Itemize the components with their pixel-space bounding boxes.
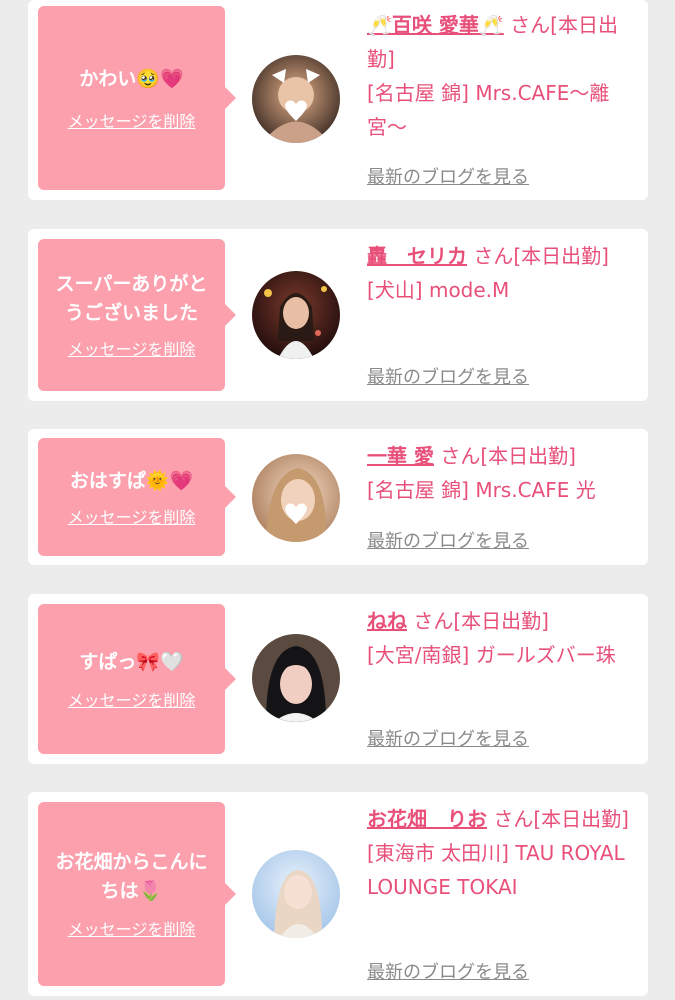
shop-name: [犬山] mode.M (367, 278, 510, 302)
champagne-icon: 🥂 (478, 13, 504, 37)
latest-blog-link[interactable]: 最新のブログを見る (367, 958, 529, 984)
delete-message-link[interactable]: メッセージを削除 (68, 108, 196, 132)
avatar-image (252, 850, 340, 938)
message-card: おはすぱ🌞💗 メッセージを削除 一華 愛 さん[本日出勤] [名古屋 錦] Mr… (28, 429, 648, 565)
message-bubble: すぱっ🎀🤍 メッセージを削除 (38, 604, 236, 754)
cast-info: 一華 愛 さん[本日出勤] [名古屋 錦] Mrs.CAFE 光 (367, 439, 639, 507)
champagne-icon: 🥂 (367, 13, 392, 37)
work-status: [本日出勤] (513, 244, 609, 268)
message-card: スーパーありがとうございました メッセージを削除 轟 セリカ さん[本日出勤] … (28, 229, 648, 401)
latest-blog-link[interactable]: 最新のブログを見る (367, 527, 529, 553)
honorific: さん (510, 13, 551, 37)
work-status: [本日出勤] (480, 444, 576, 468)
message-card: すぱっ🎀🤍 メッセージを削除 ねね さん[本日出勤] [大宮/南銀] ガールズバ… (28, 594, 648, 764)
cast-info: お花畑 りお さん[本日出勤] [東海市 太田川] TAU ROYAL LOUN… (367, 802, 639, 904)
message-bubble: かわい🥹💗 メッセージを削除 (38, 6, 236, 190)
honorific: さん (440, 444, 481, 468)
shop-name: [名古屋 錦] Mrs.CAFE 光 (367, 478, 596, 502)
shop-name: [東海市 太田川] TAU ROYAL LOUNGE TOKAI (367, 841, 625, 899)
avatar[interactable] (252, 454, 340, 542)
cast-info: ねね さん[本日出勤] [大宮/南銀] ガールズバー珠 (367, 604, 639, 672)
message-text: お花畑からこんにちは🌷 (55, 851, 208, 902)
work-status: [本日出勤] (453, 609, 549, 633)
cast-info: 🥂百咲 愛華🥂 さん[本日出勤] [名古屋 錦] Mrs.CAFE〜離宮〜 (367, 8, 639, 144)
delete-message-link[interactable]: メッセージを削除 (68, 504, 196, 528)
avatar[interactable] (252, 271, 340, 359)
message-text: スーパーありがとうございました (55, 273, 208, 324)
cast-info: 轟 セリカ さん[本日出勤] [犬山] mode.M (367, 239, 639, 307)
cast-name-link[interactable]: ねね (367, 609, 407, 633)
cast-name: 百咲 愛華 (391, 13, 479, 37)
honorific: さん (413, 609, 454, 633)
latest-blog-link[interactable]: 最新のブログを見る (367, 725, 529, 751)
shop-name: [名古屋 錦] Mrs.CAFE〜離宮〜 (367, 81, 610, 139)
message-text: おはすぱ🌞💗 (69, 469, 194, 492)
message-card: お花畑からこんにちは🌷 メッセージを削除 お花畑 りお さん[本日出勤] [東海… (28, 792, 648, 996)
shop-name: [大宮/南銀] ガールズバー珠 (367, 643, 616, 667)
message-text: かわい🥹💗 (79, 67, 184, 90)
message-bubble: おはすぱ🌞💗 メッセージを削除 (38, 438, 236, 556)
avatar-image (252, 55, 340, 143)
message-list: かわい🥹💗 メッセージを削除 🥂百咲 愛華� (0, 0, 675, 1000)
avatar[interactable] (252, 850, 340, 938)
work-status: [本日出勤] (533, 807, 629, 831)
avatar[interactable] (252, 55, 340, 143)
latest-blog-link[interactable]: 最新のブログを見る (367, 363, 529, 389)
delete-message-link[interactable]: メッセージを削除 (68, 916, 196, 940)
latest-blog-link[interactable]: 最新のブログを見る (367, 163, 529, 189)
honorific: さん (493, 807, 534, 831)
message-bubble: お花畑からこんにちは🌷 メッセージを削除 (38, 802, 236, 986)
avatar[interactable] (252, 634, 340, 722)
cast-name-link[interactable]: 一華 愛 (367, 444, 434, 468)
message-card: かわい🥹💗 メッセージを削除 🥂百咲 愛華� (28, 0, 648, 200)
avatar-image (252, 634, 340, 722)
cast-name-link[interactable]: 轟 セリカ (367, 244, 467, 268)
honorific: さん (473, 244, 514, 268)
delete-message-link[interactable]: メッセージを削除 (68, 687, 196, 711)
delete-message-link[interactable]: メッセージを削除 (68, 336, 196, 360)
message-bubble: スーパーありがとうございました メッセージを削除 (38, 239, 236, 391)
avatar-image (252, 454, 340, 542)
cast-name-link[interactable]: 🥂百咲 愛華🥂 (367, 13, 504, 37)
message-text: すぱっ🎀🤍 (79, 650, 184, 673)
avatar-image (252, 271, 340, 359)
cast-name-link[interactable]: お花畑 りお (367, 807, 487, 831)
